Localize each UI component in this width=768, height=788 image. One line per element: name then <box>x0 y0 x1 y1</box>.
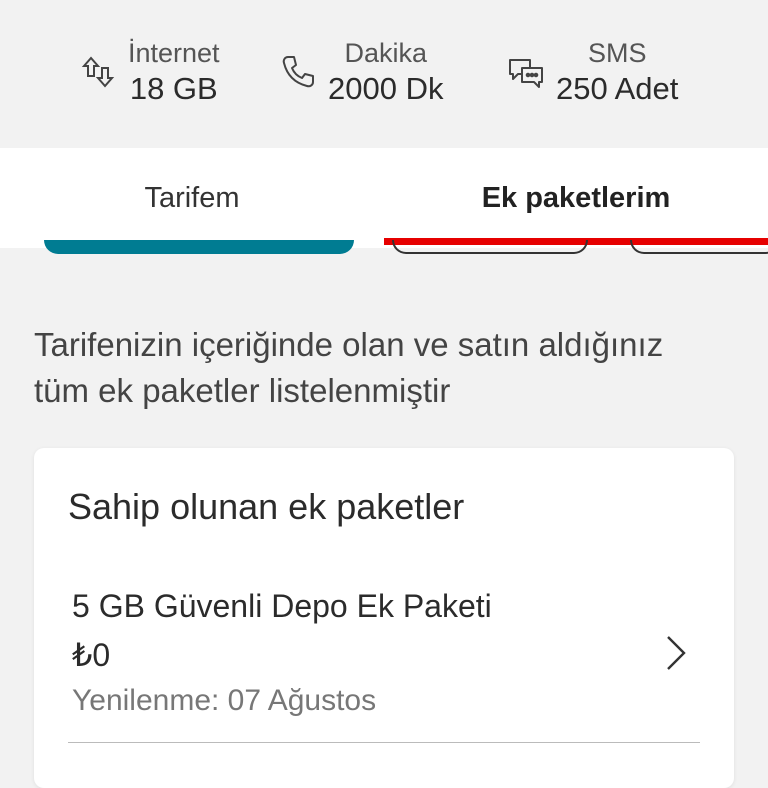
chat-icon <box>506 52 546 92</box>
data-transfer-icon <box>78 52 118 92</box>
tab-ek-paketlerim[interactable]: Ek paketlerim <box>384 148 768 248</box>
divider <box>68 742 700 743</box>
usage-sms-value: 250 Adet <box>556 71 679 106</box>
usage-minutes-value: 2000 Dk <box>328 71 444 106</box>
card-title: Sahip olunan ek paketler <box>68 486 465 527</box>
usage-internet-value: 18 GB <box>129 71 218 106</box>
phone-icon <box>278 52 318 92</box>
package-name: 5 GB Güvenli Depo Ek Paketi <box>72 588 492 624</box>
carousel-chip[interactable] <box>392 240 588 254</box>
package-renewal: Yenilenme: 07 Ağustos <box>72 684 377 717</box>
page-description: Tarifenizin içeriğinde olan ve satın ald… <box>34 326 664 409</box>
usage-sms: SMS 250 Adet <box>506 36 678 116</box>
carousel-chip[interactable] <box>44 240 354 254</box>
owned-packages-card: Sahip olunan ek paketler 5 GB Güvenli De… <box>34 448 734 788</box>
tab-bar: Tarifem Ek paketlerim <box>0 148 768 248</box>
carousel-chip[interactable] <box>630 240 768 254</box>
chevron-right-icon[interactable] <box>662 633 690 673</box>
usage-minutes-label: Dakika <box>344 38 427 68</box>
tab-tarifem[interactable]: Tarifem <box>0 148 384 248</box>
usage-internet-label: İnternet <box>128 38 220 68</box>
usage-internet: İnternet 18 GB <box>78 36 220 116</box>
usage-minutes: Dakika 2000 Dk <box>278 36 443 116</box>
usage-sms-label: SMS <box>587 38 647 68</box>
usage-summary: İnternet 18 GB Dakika 2000 Dk SMS 250 Ad… <box>0 0 768 148</box>
package-price: ₺0 <box>72 637 111 673</box>
